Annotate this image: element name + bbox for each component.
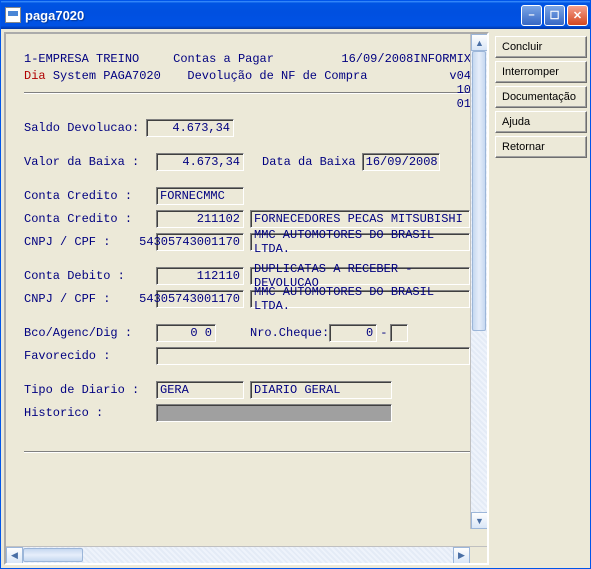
app-window: paga7020 – ☐ ✕ 1-EMPRESA TREINO Contas a… — [0, 0, 591, 569]
cnpj2-desc-field[interactable]: MMC AUTOMOTORES DO BRASIL LTDA. — [250, 290, 470, 308]
row-favorecido: Favorecido : — [24, 346, 475, 366]
favorecido-field[interactable] — [156, 347, 470, 365]
ajuda-button[interactable]: Ajuda — [495, 111, 587, 133]
scroll-down-button[interactable]: ▼ — [471, 512, 487, 529]
divider — [24, 92, 475, 94]
hscroll-track[interactable] — [23, 547, 453, 563]
valor-baixa-field[interactable]: 4.673,34 — [156, 153, 244, 171]
vscroll-track[interactable] — [471, 51, 487, 512]
header-line-2: Dia System PAGA7020 Devolução de NF de C… — [24, 69, 475, 86]
conta-debito-field[interactable]: 112110 — [156, 267, 244, 285]
valor-baixa-label: Valor da Baixa : — [24, 155, 146, 169]
row-valor-baixa: Valor da Baixa : 4.673,34 Data da Baixa … — [24, 152, 475, 172]
row-conta-debito: Conta Debito : 112110 DUPLICATAS A RECEB… — [24, 266, 475, 286]
app-icon — [5, 7, 21, 23]
interromper-button[interactable]: Interromper — [495, 61, 587, 83]
historico-field[interactable] — [156, 404, 392, 422]
sys-prefix: Dia — [24, 69, 46, 83]
sys-name: System PAGA7020 — [53, 69, 161, 83]
retornar-button[interactable]: Retornar — [495, 136, 587, 158]
form-viewport: 1-EMPRESA TREINO Contas a Pagar 16/09/20… — [6, 34, 487, 546]
workspace: 1-EMPRESA TREINO Contas a Pagar 16/09/20… — [4, 32, 587, 565]
concluir-button[interactable]: Concluir — [495, 36, 587, 58]
header-user: INFORMIX — [413, 52, 475, 69]
cnpj1-field[interactable]: 54305743001170 — [156, 233, 244, 251]
row-cnpj-1: CNPJ / CPF : 54305743001170 MMC AUTOMOTO… — [24, 232, 475, 252]
row-cnpj-2: CNPJ / CPF : 54305743001170 MMC AUTOMOTO… — [24, 289, 475, 309]
maximize-button[interactable]: ☐ — [544, 5, 565, 26]
screen-title: Devolução de NF de Compra — [187, 69, 371, 86]
row-historico: Historico : — [24, 403, 475, 423]
row-saldo-devolucao: Saldo Devolucao: 4.673,34 — [24, 118, 475, 138]
bco-field[interactable]: 0 0 — [156, 324, 216, 342]
cheque-label: Nro.Cheque: — [250, 326, 329, 340]
cheque-digit-field[interactable] — [390, 324, 408, 342]
company-label: 1-EMPRESA TREINO — [24, 52, 173, 69]
data-baixa-label: Data da Baixa — [262, 155, 356, 169]
horizontal-scrollbar[interactable]: ◀ ▶ — [6, 546, 487, 563]
cnpj-label-1: CNPJ / CPF : — [24, 235, 146, 249]
hscroll-thumb[interactable] — [23, 548, 83, 562]
form-content: 1-EMPRESA TREINO Contas a Pagar 16/09/20… — [6, 34, 487, 524]
conta-credito-label-2: Conta Credito : — [24, 212, 146, 226]
vertical-scrollbar[interactable]: ▲ ▼ — [470, 34, 487, 529]
favorecido-label: Favorecido : — [24, 349, 146, 363]
row-conta-credito-txt: Conta Credito : FORNECMMC — [24, 186, 475, 206]
cnpj2-field[interactable]: 54305743001170 — [156, 290, 244, 308]
cheque-field[interactable]: 0 — [329, 324, 377, 342]
close-button[interactable]: ✕ — [567, 5, 588, 26]
header-date: 16/09/2008 — [341, 52, 413, 69]
scroll-up-button[interactable]: ▲ — [471, 34, 487, 51]
cnpj-label-2: CNPJ / CPF : — [24, 292, 146, 306]
saldo-devolucao-label: Saldo Devolucao: — [24, 121, 146, 135]
conta-credito-num-field[interactable]: 211102 — [156, 210, 244, 228]
header-line-1: 1-EMPRESA TREINO Contas a Pagar 16/09/20… — [24, 52, 475, 69]
form-panel: 1-EMPRESA TREINO Contas a Pagar 16/09/20… — [4, 32, 489, 565]
row-tipo-diario: Tipo de Diario : GERA DIARIO GERAL — [24, 380, 475, 400]
conta-credito-label-1: Conta Credito : — [24, 189, 146, 203]
system-label: Dia System PAGA7020 — [24, 69, 187, 86]
vscroll-thumb[interactable] — [472, 51, 486, 331]
documentacao-button[interactable]: Documentação — [495, 86, 587, 108]
saldo-devolucao-field[interactable]: 4.673,34 — [146, 119, 234, 137]
scroll-corner — [470, 547, 487, 564]
conta-debito-desc-field[interactable]: DUPLICATAS A RECEBER - DEVOLUCAO — [250, 267, 470, 285]
window-controls: – ☐ ✕ — [521, 5, 588, 26]
client-area: 1-EMPRESA TREINO Contas a Pagar 16/09/20… — [1, 29, 590, 568]
data-baixa-field[interactable]: 16/09/2008 — [362, 153, 440, 171]
side-button-column: Concluir Interromper Documentação Ajuda … — [495, 32, 587, 565]
cnpj1-desc-field[interactable]: MMC AUTOMOTORES DO BRASIL LTDA. — [250, 233, 470, 251]
tipo-diario-desc-field[interactable]: DIARIO GERAL — [250, 381, 392, 399]
conta-credito-desc-field[interactable]: FORNECEDORES PECAS MITSUBISHI — [250, 210, 470, 228]
module-label: Contas a Pagar — [173, 52, 341, 69]
conta-debito-label: Conta Debito : — [24, 269, 146, 283]
conta-credito-txt-field[interactable]: FORNECMMC — [156, 187, 244, 205]
tipo-diario-field[interactable]: GERA — [156, 381, 244, 399]
divider-bottom — [24, 451, 475, 453]
scroll-left-button[interactable]: ◀ — [6, 547, 23, 564]
bco-label: Bco/Agenc/Dig : — [24, 326, 146, 340]
window-title: paga7020 — [25, 8, 521, 23]
titlebar[interactable]: paga7020 – ☐ ✕ — [1, 1, 590, 29]
row-bco: Bco/Agenc/Dig : 0 0 Nro.Cheque: 0 - — [24, 323, 475, 343]
cheque-sep: - — [380, 326, 387, 340]
row-conta-credito-num: Conta Credito : 211102 FORNECEDORES PECA… — [24, 209, 475, 229]
minimize-button[interactable]: – — [521, 5, 542, 26]
historico-label: Historico : — [24, 406, 146, 420]
scroll-right-button[interactable]: ▶ — [453, 547, 470, 564]
tipo-diario-label: Tipo de Diario : — [24, 383, 146, 397]
